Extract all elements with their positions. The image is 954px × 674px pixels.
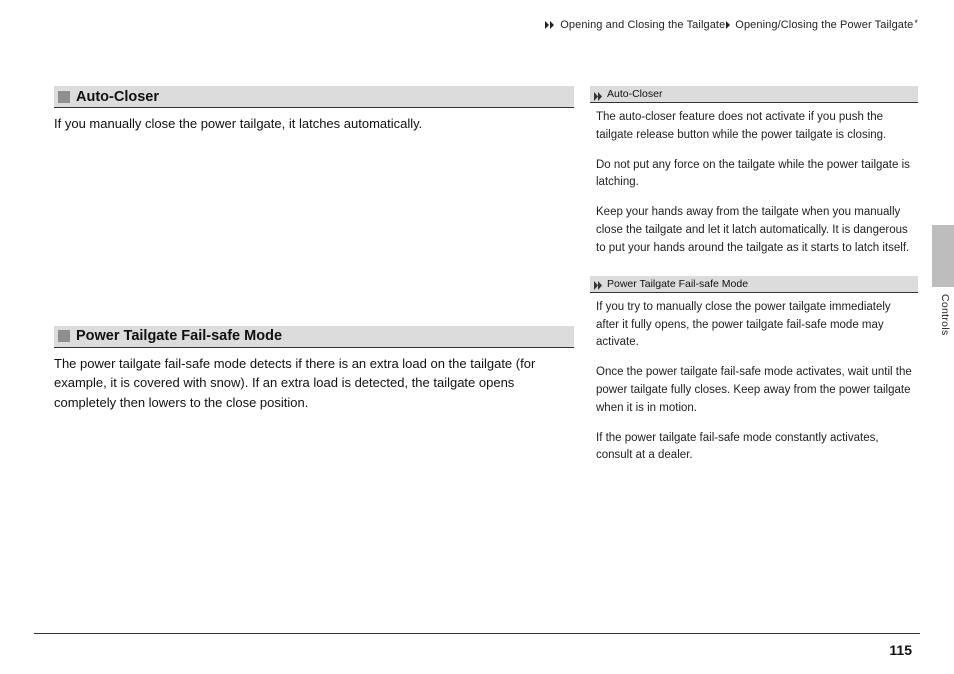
main-column: Auto-Closer If you manually close the po…: [54, 86, 574, 412]
tip-title: Auto-Closer: [607, 88, 662, 100]
tip-paragraph: Do not put any force on the tailgate whi…: [596, 157, 912, 193]
tip-paragraph: If you try to manually close the power t…: [596, 299, 912, 352]
tip-paragraph: Keep your hands away from the tailgate w…: [596, 204, 912, 257]
breadcrumb: Opening and Closing the Tailgate Opening…: [54, 18, 918, 32]
footer-divider: [34, 633, 920, 634]
tip-paragraph: The auto-closer feature does not activat…: [596, 109, 912, 145]
sidebar-column: Auto-Closer The auto-closer feature does…: [590, 86, 918, 483]
section-header: Auto-Closer: [54, 86, 574, 108]
section-tab-label: Controls: [939, 294, 951, 336]
page-number: 115: [889, 642, 912, 658]
tip-body: The auto-closer feature does not activat…: [590, 103, 918, 258]
info-double-chevron-icon: [594, 89, 605, 100]
section-tab: [932, 225, 954, 287]
section-failsafe-mode: Power Tailgate Fail-safe Mode The power …: [54, 326, 574, 413]
breadcrumb-footnote-marker: *: [914, 18, 918, 28]
square-bullet-icon: [58, 91, 70, 103]
tip-header: Auto-Closer: [590, 86, 918, 103]
breadcrumb-arrow-icon: [726, 20, 734, 32]
manual-page: Opening and Closing the Tailgate Opening…: [0, 0, 954, 674]
tip-failsafe-mode: Power Tailgate Fail-safe Mode If you try…: [590, 276, 918, 466]
content-columns: Auto-Closer If you manually close the po…: [54, 86, 918, 483]
section-title: Power Tailgate Fail-safe Mode: [76, 328, 282, 344]
section-body: The power tailgate fail-safe mode detect…: [54, 354, 574, 413]
breadcrumb-part-2: Opening/Closing the Power Tailgate: [735, 19, 913, 31]
section-title: Auto-Closer: [76, 89, 159, 105]
tip-body: If you try to manually close the power t…: [590, 293, 918, 466]
section-header: Power Tailgate Fail-safe Mode: [54, 326, 574, 348]
section-auto-closer: Auto-Closer If you manually close the po…: [54, 86, 574, 134]
section-body: If you manually close the power tailgate…: [54, 114, 574, 134]
tip-auto-closer: Auto-Closer The auto-closer feature does…: [590, 86, 918, 258]
info-double-chevron-icon: [594, 278, 605, 289]
breadcrumb-part-1: Opening and Closing the Tailgate: [560, 19, 725, 31]
tip-title: Power Tailgate Fail-safe Mode: [607, 278, 748, 290]
tip-paragraph: Once the power tailgate fail-safe mode a…: [596, 364, 912, 417]
tip-paragraph: If the power tailgate fail-safe mode con…: [596, 430, 912, 466]
square-bullet-icon: [58, 330, 70, 342]
tip-header: Power Tailgate Fail-safe Mode: [590, 276, 918, 293]
breadcrumb-arrow-icon: [545, 20, 559, 32]
